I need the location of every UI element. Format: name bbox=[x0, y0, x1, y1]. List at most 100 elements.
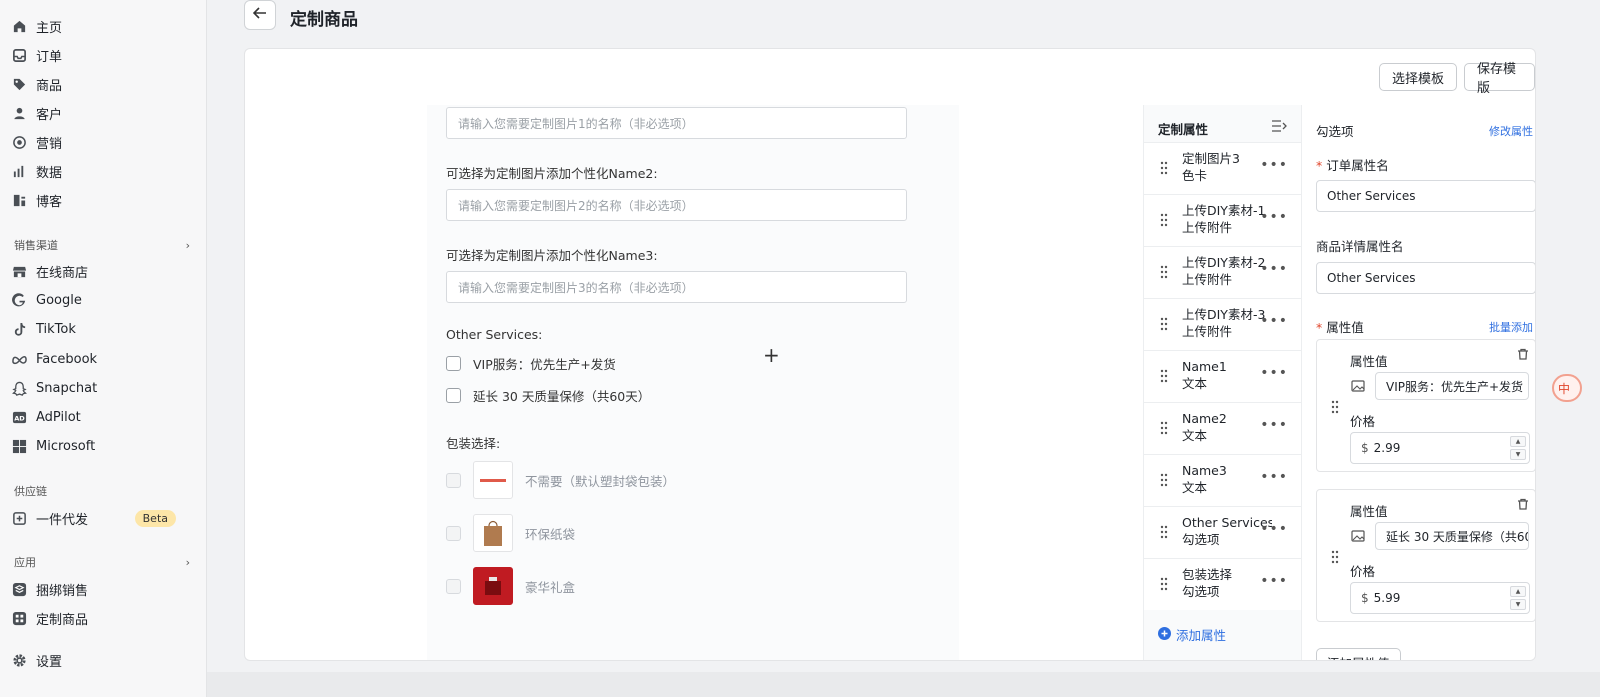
drag-handle-icon[interactable] bbox=[1160, 421, 1168, 435]
sidebar-item-settings[interactable]: 设置 bbox=[12, 647, 196, 673]
language-float-button[interactable]: 中 bbox=[1552, 374, 1582, 402]
option-vip[interactable]: VIP服务：优先生产+发货 bbox=[446, 354, 616, 373]
more-options-icon[interactable]: ••• bbox=[1260, 313, 1288, 329]
edit-attribute-link[interactable]: 修改属性 bbox=[1489, 123, 1533, 139]
sidebar-item-label: 博客 bbox=[36, 194, 63, 210]
drag-handle-icon[interactable] bbox=[1160, 317, 1168, 331]
sidebar-item-bundles[interactable]: 捆绑销售 bbox=[12, 576, 196, 602]
windows-icon bbox=[12, 439, 27, 454]
attribute-list-item[interactable]: 定制图片3 色卡 ••• bbox=[1144, 142, 1302, 194]
gift-box-image bbox=[473, 567, 513, 605]
bar-chart-icon bbox=[12, 164, 27, 179]
price-stepper[interactable]: ▲ ▼ bbox=[1510, 586, 1526, 610]
sidebar-item-snapchat[interactable]: Snapchat bbox=[12, 375, 196, 401]
add-attribute-value-button[interactable]: 添加属性值 bbox=[1316, 648, 1401, 660]
back-button[interactable] bbox=[244, 0, 276, 30]
drag-handle-icon[interactable] bbox=[1331, 400, 1339, 414]
sidebar-item-label: Snapchat bbox=[36, 380, 98, 396]
sidebar-item-custom-products[interactable]: 定制商品 bbox=[12, 605, 196, 631]
ghost-icon bbox=[12, 381, 27, 396]
more-options-icon[interactable]: ••• bbox=[1260, 417, 1288, 433]
drag-handle-icon[interactable] bbox=[1160, 473, 1168, 487]
drag-handle-icon[interactable] bbox=[1160, 525, 1168, 539]
drag-handle-icon[interactable] bbox=[1160, 265, 1168, 279]
sidebar-item-blog[interactable]: 博客 bbox=[12, 187, 196, 213]
checkbox[interactable] bbox=[446, 388, 461, 403]
sidebar-item-adpilot[interactable]: AD AdPilot bbox=[12, 404, 196, 430]
value-input[interactable]: VIP服务：优先生产+发货 bbox=[1375, 372, 1529, 400]
name3-label: 可选择为定制图片添加个性化Name3: bbox=[446, 248, 658, 263]
more-options-icon[interactable]: ••• bbox=[1260, 521, 1288, 537]
section-sales-channels[interactable]: 销售渠道 › bbox=[14, 237, 190, 253]
sidebar-item-products[interactable]: 商品 bbox=[12, 71, 196, 97]
add-attribute-button[interactable]: 添加属性 bbox=[1158, 625, 1226, 644]
custom-image-1-name-input[interactable]: 请输入您需要定制图片1的名称（非必选项） bbox=[446, 107, 907, 139]
order-attribute-name-input[interactable]: Other Services bbox=[1316, 180, 1535, 212]
sidebar-item-customers[interactable]: 客户 bbox=[12, 100, 196, 126]
option-warranty[interactable]: 延长 30 天质量保修（共60天） bbox=[446, 386, 650, 405]
drag-handle-icon[interactable] bbox=[1160, 577, 1168, 591]
price-input[interactable]: $ 2.99 ▲ ▼ bbox=[1350, 432, 1530, 464]
attribute-list-item[interactable]: 上传DIY素材-3 上传附件 ••• bbox=[1144, 298, 1302, 350]
sidebar-item-label: 捆绑销售 bbox=[36, 583, 89, 599]
trash-icon[interactable] bbox=[1517, 498, 1529, 510]
checkbox[interactable] bbox=[446, 578, 461, 594]
package-option-gift-box[interactable]: 豪华礼盒 bbox=[446, 567, 575, 605]
sidebar-item-microsoft[interactable]: Microsoft bbox=[12, 433, 196, 459]
price-stepper[interactable]: ▲ ▼ bbox=[1510, 436, 1526, 460]
sidebar-item-online-store[interactable]: 在线商店 bbox=[12, 258, 196, 284]
increment-icon: ▲ bbox=[1510, 436, 1526, 447]
grid-icon bbox=[12, 611, 27, 626]
sidebar-item-facebook[interactable]: Facebook bbox=[12, 346, 196, 372]
more-options-icon[interactable]: ••• bbox=[1260, 157, 1288, 173]
more-options-icon[interactable]: ••• bbox=[1260, 573, 1288, 589]
drag-handle-icon[interactable] bbox=[1160, 213, 1168, 227]
attribute-values-label: * 属性值 bbox=[1316, 320, 1364, 335]
image-icon[interactable] bbox=[1351, 529, 1365, 543]
more-options-icon[interactable]: ••• bbox=[1260, 365, 1288, 381]
more-options-icon[interactable]: ••• bbox=[1260, 209, 1288, 225]
price-label: 价格 bbox=[1350, 414, 1376, 429]
sidebar-item-home[interactable]: 主页 bbox=[12, 13, 196, 39]
attribute-list-item[interactable]: Name2 文本 ••• bbox=[1144, 402, 1302, 454]
attribute-list-item[interactable]: 包装选择 勾选项 ••• bbox=[1144, 558, 1302, 610]
sidebar-item-analytics[interactable]: 数据 bbox=[12, 158, 196, 184]
increment-icon: ▲ bbox=[1510, 586, 1526, 597]
custom-image-2-name-input[interactable]: 请输入您需要定制图片2的名称（非必选项） bbox=[446, 189, 907, 221]
image-icon[interactable] bbox=[1351, 379, 1365, 393]
package-option-paper-bag[interactable]: 环保纸袋 bbox=[446, 514, 575, 552]
more-options-icon[interactable]: ••• bbox=[1260, 261, 1288, 277]
batch-add-link[interactable]: 批量添加 bbox=[1489, 319, 1533, 335]
save-template-button[interactable]: 保存模版 bbox=[1464, 62, 1535, 96]
attribute-list-item[interactable]: Other Services 勾选项 ••• bbox=[1144, 506, 1302, 558]
value-input[interactable]: 延长 30 天质量保修（共60天） bbox=[1375, 522, 1529, 550]
sidebar-item-marketing[interactable]: 营销 bbox=[12, 129, 196, 155]
attribute-item-label: Other Services 勾选项 bbox=[1182, 515, 1272, 547]
sidebar-item-dropship[interactable]: 一件代发 Beta bbox=[12, 505, 196, 531]
checkbox[interactable] bbox=[446, 356, 461, 371]
section-apps[interactable]: 应用 › bbox=[14, 554, 190, 570]
trash-icon[interactable] bbox=[1517, 348, 1529, 360]
attribute-list-item[interactable]: 上传DIY素材-2 上传附件 ••• bbox=[1144, 246, 1302, 298]
drag-handle-icon[interactable] bbox=[1331, 550, 1339, 564]
sidebar-item-label: TikTok bbox=[36, 321, 76, 337]
sidebar-item-tiktok[interactable]: TikTok bbox=[12, 316, 196, 342]
more-options-icon[interactable]: ••• bbox=[1260, 469, 1288, 485]
price-input[interactable]: $ 5.99 ▲ ▼ bbox=[1350, 582, 1530, 614]
attribute-list-item[interactable]: Name3 文本 ••• bbox=[1144, 454, 1302, 506]
select-template-button[interactable]: 选择模板 bbox=[1379, 63, 1458, 91]
attribute-list-item[interactable]: 上传DIY素材-1 上传附件 ••• bbox=[1144, 194, 1302, 246]
drag-handle-icon[interactable] bbox=[1160, 369, 1168, 383]
sidebar-item-orders[interactable]: 订单 bbox=[12, 42, 196, 68]
sidebar-item-google[interactable]: Google bbox=[12, 287, 196, 313]
checkbox[interactable] bbox=[446, 472, 461, 488]
sidebar-item-label: Microsoft bbox=[36, 438, 96, 454]
attribute-list-item[interactable]: Name1 文本 ••• bbox=[1144, 350, 1302, 402]
drag-handle-icon[interactable] bbox=[1160, 161, 1168, 175]
checkbox[interactable] bbox=[446, 525, 461, 541]
sidebar-item-label: 客户 bbox=[36, 107, 63, 123]
custom-image-3-name-input[interactable]: 请输入您需要定制图片3的名称（非必选项） bbox=[446, 271, 907, 303]
package-option-none[interactable]: 不需要（默认塑封袋包装） bbox=[446, 461, 675, 499]
collapse-panel-icon[interactable] bbox=[1271, 119, 1287, 137]
product-attribute-name-input[interactable]: Other Services bbox=[1316, 262, 1535, 294]
